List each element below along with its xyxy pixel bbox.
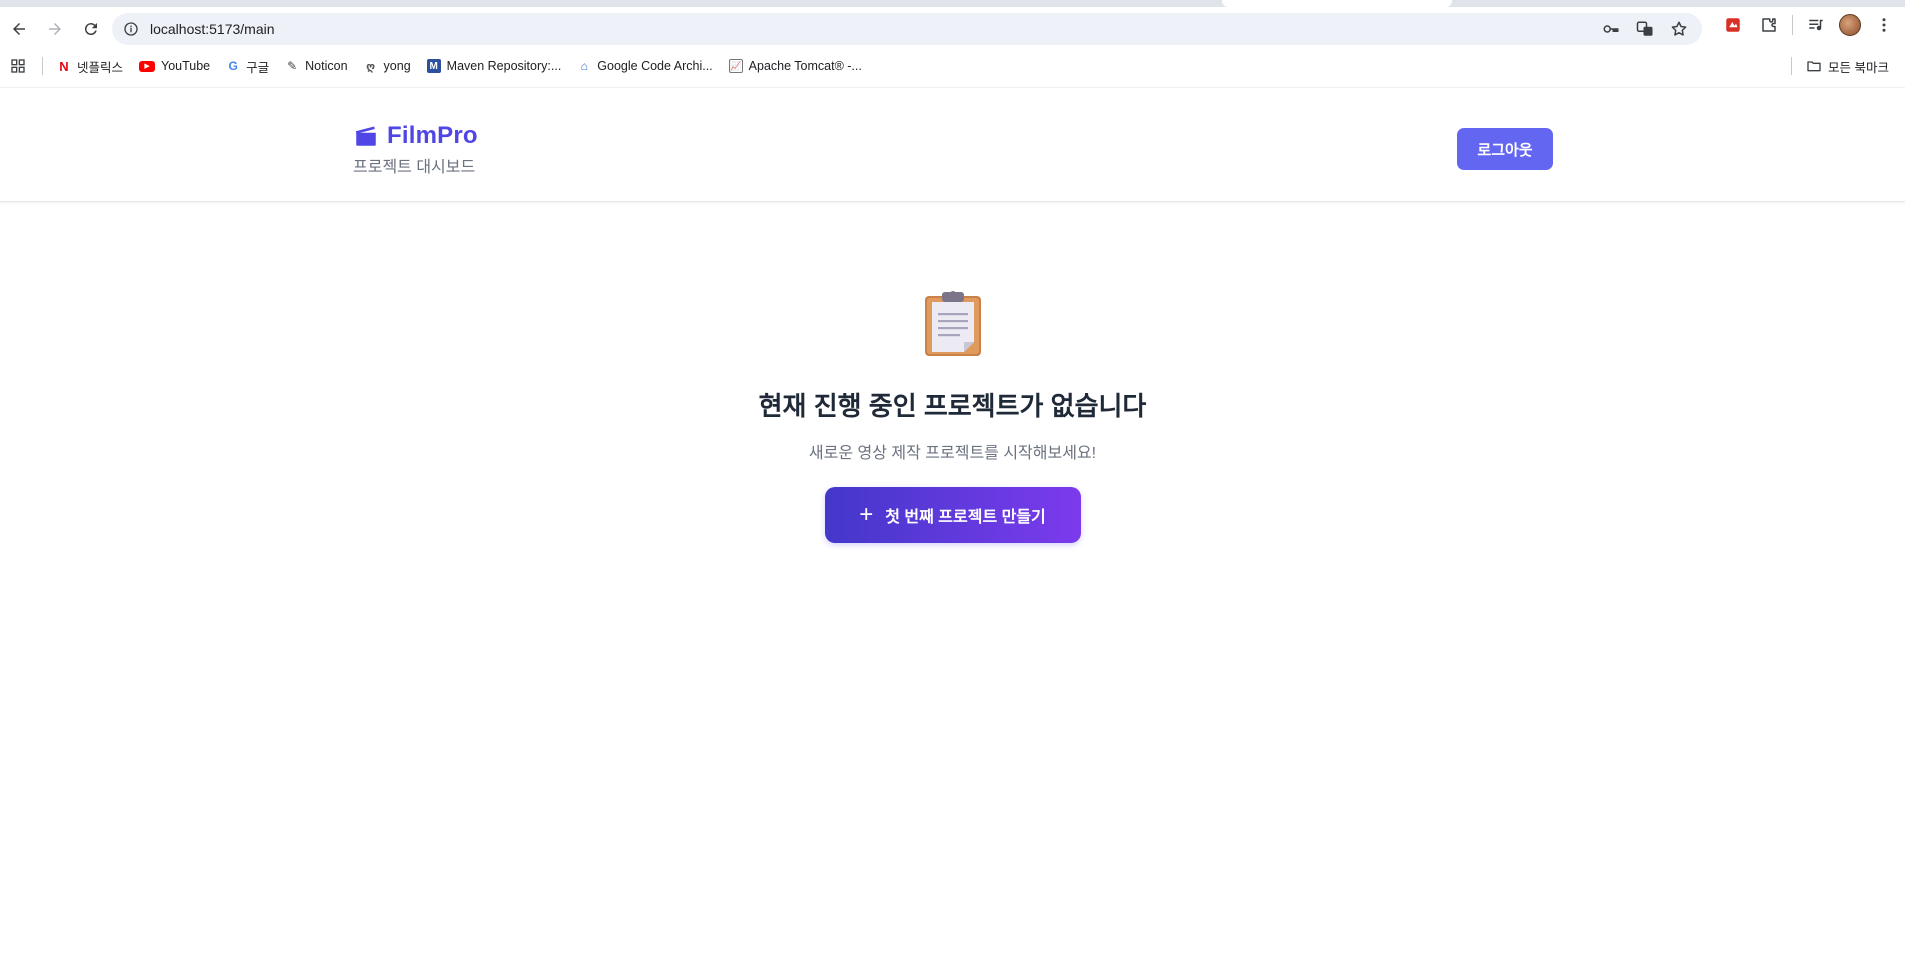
arrow-right-icon — [49, 22, 61, 35]
page-subtitle: 프로젝트 대시보드 — [353, 159, 476, 176]
bookmark-label: Apache Tomcat® -... — [748, 59, 862, 73]
bookmark-label: Google Code Archi... — [597, 59, 713, 73]
bookmarks-bar: N 넷플릭스 ▶ YouTube G 구글 ✎ Noticon ღ yong M… — [0, 50, 1905, 82]
bookmark-netflix[interactable]: N 넷플릭스 — [49, 52, 131, 80]
clapperboard-icon — [355, 126, 376, 146]
more-menu-icon[interactable] — [1871, 12, 1897, 38]
bookmark-noticon[interactable]: ✎ Noticon — [277, 52, 355, 80]
active-tab[interactable] — [1222, 0, 1452, 7]
bookmark-youtube[interactable]: ▶ YouTube — [131, 52, 218, 80]
address-bar[interactable]: localhost:5173/main — [112, 13, 1702, 45]
empty-state: 현재 진행 중인 프로젝트가 없습니다 새로운 영상 제작 프로젝트를 시작해보… — [0, 290, 1905, 543]
app-header: FilmPro 프로젝트 대시보드 로그아웃 — [0, 87, 1905, 202]
empty-state-title: 현재 진행 중인 프로젝트가 없습니다 — [758, 391, 1147, 421]
tab-strip — [0, 0, 1905, 7]
bookmark-yong[interactable]: ღ yong — [356, 52, 419, 80]
bookmark-divider — [42, 57, 43, 75]
clipboard-icon — [924, 291, 981, 356]
bookmark-google[interactable]: G 구글 — [218, 52, 277, 80]
yong-icon: ღ — [366, 60, 376, 73]
bookmark-label: yong — [383, 59, 411, 73]
reload-button[interactable] — [74, 12, 108, 46]
create-first-project-button[interactable]: + 첫 번째 프로젝트 만들기 — [824, 487, 1081, 543]
toolbar-divider — [1792, 15, 1793, 35]
site-info-icon[interactable] — [120, 18, 142, 40]
bookmark-google-code[interactable]: ⌂ Google Code Archi... — [569, 52, 720, 80]
logout-button[interactable]: 로그아웃 — [1457, 128, 1553, 170]
brand-row[interactable]: FilmPro — [353, 122, 478, 150]
google-icon: G — [228, 59, 238, 73]
bookmark-label: Noticon — [305, 59, 348, 73]
google-code-icon: ⌂ — [580, 59, 588, 73]
back-button[interactable] — [2, 12, 36, 46]
plus-icon: + — [859, 501, 874, 528]
empty-state-subtitle: 새로운 영상 제작 프로젝트를 시작해보세요! — [808, 445, 1097, 462]
all-bookmarks-button[interactable]: 모든 북마크 — [1798, 52, 1897, 80]
bookmark-divider — [1791, 57, 1793, 75]
tomcat-icon: 📈 — [728, 59, 743, 73]
password-key-icon[interactable] — [1600, 18, 1622, 40]
folder-icon — [1807, 61, 1821, 72]
bookmark-star-icon[interactable] — [1668, 18, 1690, 40]
maven-icon: M — [426, 59, 441, 73]
bookmark-label: 구글 — [246, 60, 270, 75]
bookmark-tomcat[interactable]: 📈 Apache Tomcat® -... — [721, 52, 870, 80]
forward-button[interactable] — [38, 12, 72, 46]
netflix-icon: N — [59, 58, 69, 74]
reload-icon — [84, 22, 97, 35]
arrow-left-icon — [13, 22, 25, 35]
bookmark-label: Maven Repository:... — [446, 59, 562, 73]
profile-avatar[interactable] — [1839, 14, 1861, 36]
youtube-icon: ▶ — [139, 60, 156, 72]
translate-icon[interactable] — [1634, 18, 1656, 40]
noticon-icon: ✎ — [287, 59, 298, 73]
all-bookmarks-label: 모든 북마크 — [1828, 60, 1889, 75]
extension-red-icon[interactable] — [1720, 12, 1746, 38]
media-controls-icon[interactable] — [1803, 12, 1829, 38]
browser-toolbar: localhost:5173/main — [0, 7, 1905, 50]
brand: FilmPro 프로젝트 대시보드 — [353, 122, 478, 177]
bookmark-label: 넷플릭스 — [77, 60, 124, 75]
apps-grid-icon[interactable] — [0, 52, 36, 80]
brand-name: FilmPro — [387, 122, 478, 149]
bookmark-label: YouTube — [161, 59, 211, 73]
bookmark-maven[interactable]: M Maven Repository:... — [419, 52, 570, 80]
extensions-puzzle-icon[interactable] — [1756, 12, 1782, 38]
create-button-label: 첫 번째 프로젝트 만들기 — [885, 509, 1046, 526]
url-text[interactable]: localhost:5173/main — [150, 21, 275, 37]
